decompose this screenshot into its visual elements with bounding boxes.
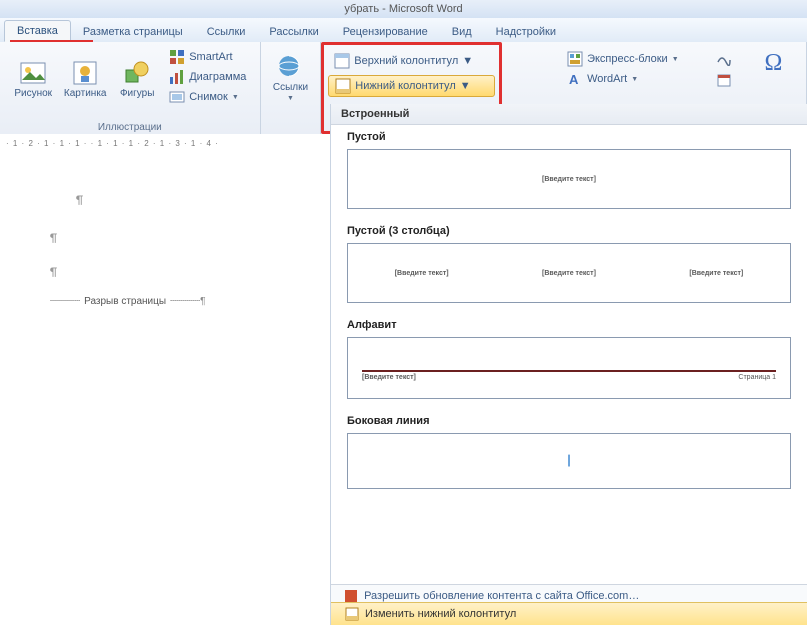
gallery-item-title: Алфавит [347, 319, 791, 331]
gallery-item-title: Пустой (3 столбца) [347, 225, 791, 237]
wordart-button[interactable]: A WordArt ▼ [563, 70, 683, 88]
footer-label: Нижний колонтитул [355, 80, 455, 92]
quickparts-button[interactable]: Экспресс-блоки ▼ [563, 50, 683, 68]
footer-gallery: Встроенный Пустой [Введите текст] Пустой… [330, 104, 807, 625]
paragraph-mark: ¶ [76, 192, 300, 210]
horizontal-ruler: · 1 · 2 · 1 · 1 · 1 · · 1 · 1 · 1 · 2 · … [0, 134, 336, 153]
header-button[interactable]: Верхний колонтитул ▼ [328, 51, 495, 71]
placeholder-text: [Введите текст] [395, 270, 449, 277]
document-area[interactable]: ¶ ¶ ¶ ┄┄┄┄┄ Разрыв страницы ┄┄┄┄┄¶ [0, 152, 330, 625]
gallery-update-label: Разрешить обновление контента с сайта Of… [364, 590, 639, 602]
gallery-item-title: Пустой [347, 131, 791, 143]
placeholder-text: [Введите текст] [689, 270, 743, 277]
paragraph-mark: ¶ [50, 264, 300, 282]
dropdown-arrow-icon: ▼ [462, 55, 473, 67]
dropdown-arrow-icon: ▼ [287, 93, 294, 104]
shapes-button[interactable]: Фигуры [113, 44, 161, 114]
clipart-label: Картинка [64, 88, 107, 99]
gallery-item-sideline[interactable]: Боковая линия ┃ [331, 409, 807, 499]
svg-text:A: A [569, 72, 579, 87]
quickparts-icon [567, 51, 583, 67]
datetime-icon[interactable] [716, 72, 732, 88]
tab-references[interactable]: Ссылки [195, 22, 258, 42]
chart-icon [169, 69, 185, 85]
wordart-icon: A [567, 71, 583, 87]
placeholder-text: [Введите текст] [542, 270, 596, 277]
gallery-preview: ┃ [347, 433, 791, 489]
placeholder-text: [Введите текст] [362, 374, 416, 381]
screenshot-label: Снимок [189, 91, 228, 103]
smartart-button[interactable]: SmartArt [165, 48, 250, 66]
placeholder-text: [Введите текст] [542, 176, 596, 183]
chart-label: Диаграмма [189, 71, 246, 83]
gallery-item-alphabet[interactable]: Алфавит [Введите текст] Страница 1 [331, 313, 807, 409]
dropdown-arrow-icon: ▼ [672, 56, 679, 63]
gallery-preview: [Введите текст] [347, 149, 791, 209]
picture-icon [20, 60, 46, 86]
window-title: убрать - Microsoft Word [0, 0, 807, 18]
footer-icon [335, 78, 351, 94]
gallery-item-blank[interactable]: Пустой [Введите текст] [331, 125, 807, 219]
tab-review[interactable]: Рецензирование [331, 22, 440, 42]
pagebreak-label: Разрыв страницы [80, 296, 170, 307]
paragraph-mark: ¶ [50, 230, 300, 248]
screenshot-button[interactable]: Снимок ▼ [165, 88, 250, 106]
smartart-icon [169, 49, 185, 65]
gallery-item-title: Боковая линия [347, 415, 791, 427]
gallery-preview: [Введите текст] [Введите текст] [Введите… [347, 243, 791, 303]
picture-label: Рисунок [14, 88, 52, 99]
page-number-label: Страница 1 [738, 374, 776, 381]
edit-footer-button[interactable]: Изменить нижний колонтитул [331, 602, 807, 625]
wordart-label: WordArt [587, 73, 627, 85]
quickparts-label: Экспресс-блоки [587, 53, 668, 65]
signature-icon[interactable] [716, 50, 732, 66]
tab-pagelayout[interactable]: Разметка страницы [71, 22, 195, 42]
ribbon-tabs: Вставка Разметка страницы Ссылки Рассылк… [0, 18, 807, 43]
clipart-button[interactable]: Картинка [61, 44, 109, 114]
screenshot-icon [169, 89, 185, 105]
links-button[interactable]: Ссылки ▼ [268, 44, 312, 114]
page-break: ┄┄┄┄┄ Разрыв страницы ┄┄┄┄┄¶ [50, 296, 300, 307]
header-icon [334, 53, 350, 69]
office-icon [345, 590, 357, 602]
clipart-icon [72, 60, 98, 86]
chart-button[interactable]: Диаграмма [165, 68, 250, 86]
gallery-preview: [Введите текст] Страница 1 [347, 337, 791, 399]
illustrations-group-label: Иллюстрации [98, 120, 162, 134]
footer-button[interactable]: Нижний колонтитул ▼ [328, 75, 495, 97]
tab-mailings[interactable]: Рассылки [257, 22, 330, 42]
footer-icon [345, 607, 359, 621]
edit-footer-label: Изменить нижний колонтитул [365, 608, 516, 620]
header-label: Верхний колонтитул [354, 55, 458, 67]
gallery-item-blank3[interactable]: Пустой (3 столбца) [Введите текст] [Введ… [331, 219, 807, 313]
link-icon [277, 54, 303, 80]
tab-view[interactable]: Вид [440, 22, 484, 42]
dropdown-arrow-icon: ▼ [232, 94, 239, 101]
shapes-icon [124, 60, 150, 86]
links-label: Ссылки [273, 82, 308, 93]
links-group-label [289, 120, 292, 134]
smartart-label: SmartArt [189, 51, 232, 63]
gallery-section-builtin: Встроенный [331, 104, 807, 125]
dropdown-arrow-icon: ▼ [460, 80, 471, 92]
shapes-label: Фигуры [120, 88, 154, 99]
symbol-icon[interactable]: Ω [764, 50, 782, 77]
tab-addins[interactable]: Надстройки [484, 22, 568, 42]
picture-button[interactable]: Рисунок [9, 44, 57, 114]
dropdown-arrow-icon: ▼ [631, 76, 638, 83]
tab-insert[interactable]: Вставка [4, 20, 71, 42]
